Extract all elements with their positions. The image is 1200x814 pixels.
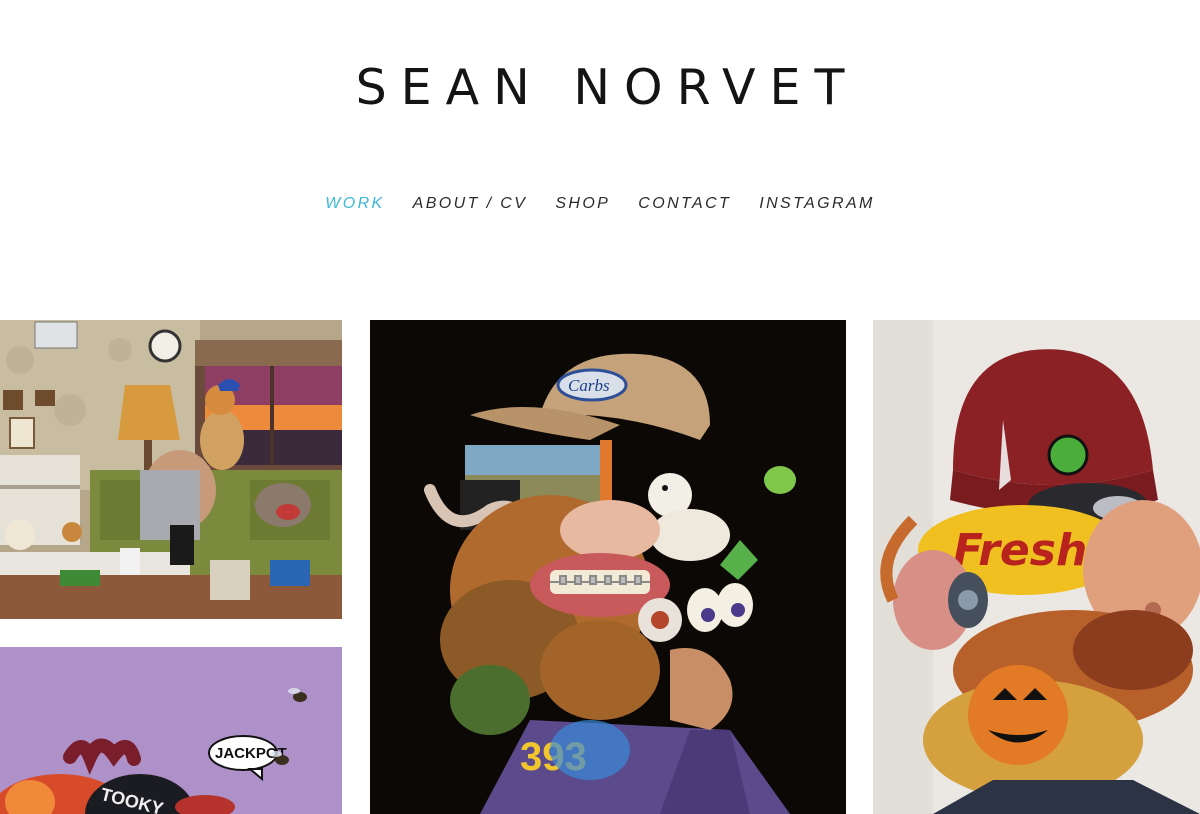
artwork-thumbnail-beanie[interactable]: Fresh [873, 320, 1200, 814]
carbs-cap-text: Carbs [568, 376, 610, 395]
artwork-thumbnail-jackpot[interactable]: JACKPOT TOOKY [0, 647, 342, 814]
artwork-thumbnail-couch[interactable] [0, 320, 342, 619]
artwork-image-beanie: Fresh [873, 320, 1200, 814]
artwork-image-couch [0, 320, 342, 619]
artwork-thumbnail-carbs[interactable]: Carbs [370, 320, 846, 814]
beanie-sign-text: Fresh [953, 525, 1087, 576]
artwork-image-jackpot: JACKPOT TOOKY [0, 647, 342, 814]
artwork-gallery: JACKPOT TOOKY Carbs Fresh [0, 0, 1200, 814]
artwork-image-carbs: Carbs [370, 320, 846, 814]
